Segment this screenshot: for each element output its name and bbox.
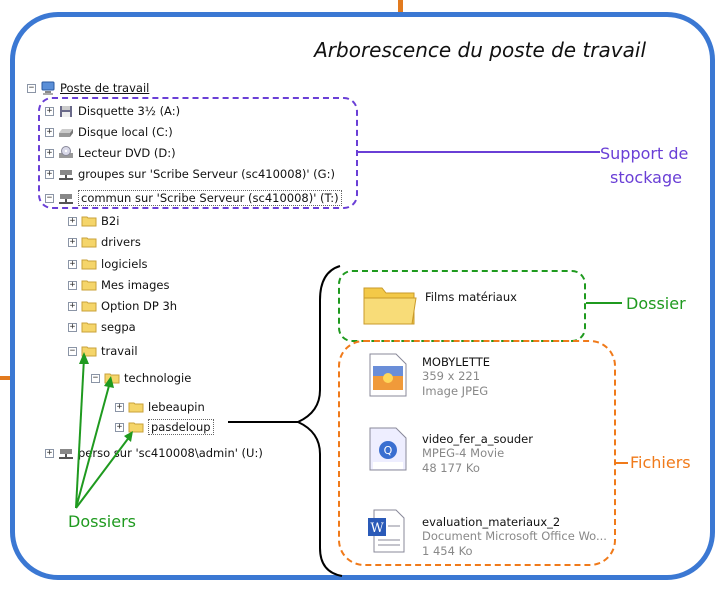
tree-folder-technologie[interactable]: − technologie bbox=[91, 369, 191, 387]
folder-label: Option DP 3h bbox=[101, 299, 178, 313]
expand-icon[interactable]: + bbox=[68, 322, 77, 332]
folder-label: travail bbox=[101, 344, 138, 358]
dossiers-label: Dossiers bbox=[68, 512, 136, 531]
collapse-icon[interactable]: − bbox=[91, 373, 100, 383]
films-folder-icon[interactable] bbox=[360, 278, 420, 328]
folder-icon bbox=[81, 257, 97, 271]
jpeg-image-icon[interactable] bbox=[368, 352, 408, 398]
folder-icon bbox=[128, 420, 144, 434]
folder-label: technologie bbox=[124, 371, 192, 385]
svg-text:W: W bbox=[370, 521, 384, 536]
file-meta: MPEG-4 Movie bbox=[422, 446, 505, 460]
expand-icon[interactable]: + bbox=[68, 301, 77, 311]
folder-label: lebeaupin bbox=[148, 400, 205, 414]
tree-folder[interactable]: + B2i bbox=[68, 212, 119, 230]
folder-icon bbox=[81, 344, 97, 358]
tree-folder[interactable]: + Option DP 3h bbox=[68, 297, 177, 315]
support-stockage-group bbox=[38, 97, 358, 209]
file-meta: 359 x 221 bbox=[422, 369, 481, 383]
mpeg4-movie-icon[interactable]: Q bbox=[368, 426, 408, 472]
file-meta: Document Microsoft Office Wo... bbox=[422, 529, 607, 543]
network-drive-icon bbox=[58, 446, 74, 460]
folder-icon bbox=[128, 400, 144, 414]
file-meta: Image JPEG bbox=[422, 384, 489, 398]
word-document-icon[interactable]: W bbox=[366, 508, 406, 554]
folder-item-name[interactable]: Films matériaux bbox=[425, 290, 517, 304]
folder-icon bbox=[81, 320, 97, 334]
folder-icon bbox=[81, 214, 97, 228]
support-stockage-line2: stockage bbox=[610, 168, 682, 187]
expand-icon[interactable]: + bbox=[68, 280, 77, 290]
drive-label: perso sur 'sc410008\admin' (U:) bbox=[78, 446, 263, 460]
tree-folder-pasdeloup[interactable]: + pasdeloup bbox=[115, 418, 214, 436]
folder-label: logiciels bbox=[101, 257, 148, 271]
svg-text:Q: Q bbox=[384, 444, 393, 457]
tree-folder[interactable]: + Mes images bbox=[68, 276, 169, 294]
folder-label: B2i bbox=[101, 214, 120, 228]
file-meta: 48 177 Ko bbox=[422, 461, 480, 475]
collapse-icon[interactable]: − bbox=[68, 346, 77, 356]
file-item[interactable]: video_fer_a_souder MPEG-4 Movie 48 177 K… bbox=[422, 432, 533, 476]
folder-label: segpa bbox=[101, 320, 136, 334]
file-item[interactable]: MOBYLETTE 359 x 221 Image JPEG bbox=[422, 355, 490, 399]
tree-folder[interactable]: + drivers bbox=[68, 233, 141, 251]
fichiers-label: Fichiers bbox=[630, 453, 691, 472]
file-name: video_fer_a_souder bbox=[422, 432, 533, 446]
folder-label: pasdeloup bbox=[148, 419, 214, 435]
folder-icon bbox=[81, 235, 97, 249]
tree-folder-travail[interactable]: − travail bbox=[68, 342, 138, 360]
support-stockage-label: Support de stockage bbox=[600, 142, 688, 190]
tree-root[interactable]: − Poste de travail bbox=[27, 79, 149, 97]
tree-folder[interactable]: + segpa bbox=[68, 318, 136, 336]
file-meta: 1 454 Ko bbox=[422, 544, 473, 558]
file-item[interactable]: evaluation_materiaux_2 Document Microsof… bbox=[422, 515, 607, 559]
dossier-label: Dossier bbox=[626, 294, 686, 313]
expand-icon[interactable]: + bbox=[115, 402, 124, 412]
expand-icon[interactable]: + bbox=[68, 216, 77, 226]
expand-icon[interactable]: + bbox=[45, 448, 54, 458]
diagram-title: Arborescence du poste de travail bbox=[314, 38, 646, 62]
file-name: MOBYLETTE bbox=[422, 355, 491, 369]
tree-drive-u[interactable]: + perso sur 'sc410008\admin' (U:) bbox=[45, 444, 263, 462]
expand-icon[interactable]: + bbox=[68, 259, 77, 269]
folder-icon bbox=[81, 299, 97, 313]
collapse-icon[interactable]: − bbox=[27, 83, 36, 93]
file-name: evaluation_materiaux_2 bbox=[422, 515, 561, 529]
folder-label: drivers bbox=[101, 235, 141, 249]
tree-folder-lebeaupin[interactable]: + lebeaupin bbox=[115, 398, 205, 416]
support-stockage-line1: Support de bbox=[600, 144, 689, 163]
tree-root-label: Poste de travail bbox=[60, 81, 150, 95]
folder-icon bbox=[104, 371, 120, 385]
expand-icon[interactable]: + bbox=[115, 422, 124, 432]
folder-label: Mes images bbox=[101, 278, 170, 292]
tree-folder[interactable]: + logiciels bbox=[68, 255, 148, 273]
folder-icon bbox=[81, 278, 97, 292]
expand-icon[interactable]: + bbox=[68, 237, 77, 247]
computer-icon bbox=[40, 81, 56, 95]
